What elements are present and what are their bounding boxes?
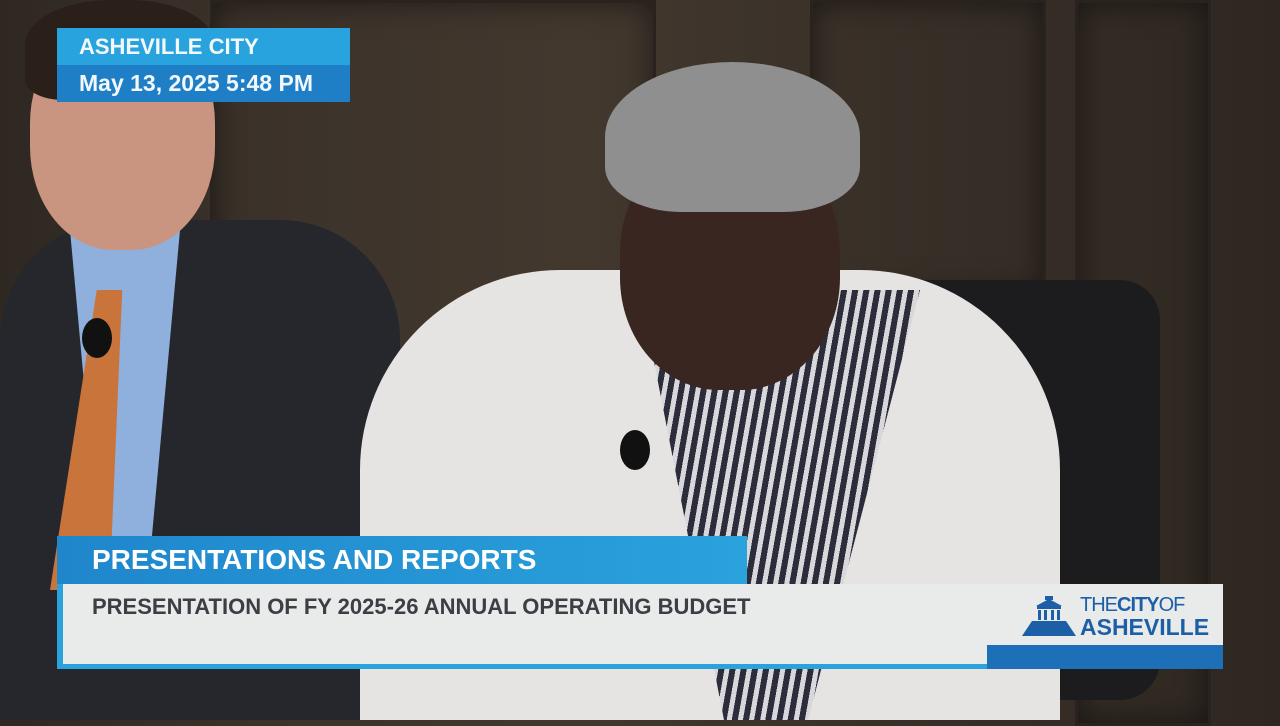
accent-bar bbox=[57, 664, 987, 669]
microphone bbox=[620, 430, 650, 470]
section-title: PRESENTATIONS AND REPORTS bbox=[57, 536, 747, 584]
logo-of: OF bbox=[1158, 594, 1186, 616]
woman-hair bbox=[605, 62, 860, 212]
logo-name: ASHEVILLE bbox=[1080, 614, 1210, 640]
accent-block bbox=[987, 645, 1223, 669]
city-logo: THECITYOF ASHEVILLE bbox=[1022, 594, 1209, 640]
channel-title: ASHEVILLE CITY COUNCIL bbox=[57, 28, 350, 96]
logo-city: CITY bbox=[1117, 594, 1160, 616]
agenda-item: PRESENTATION OF FY 2025-26 ANNUAL OPERAT… bbox=[92, 594, 751, 619]
logo-the: THE bbox=[1080, 594, 1118, 616]
date-time: May 13, 2025 5:48 PM bbox=[57, 65, 350, 102]
microphone bbox=[82, 318, 112, 358]
city-hall-icon bbox=[1022, 596, 1076, 636]
